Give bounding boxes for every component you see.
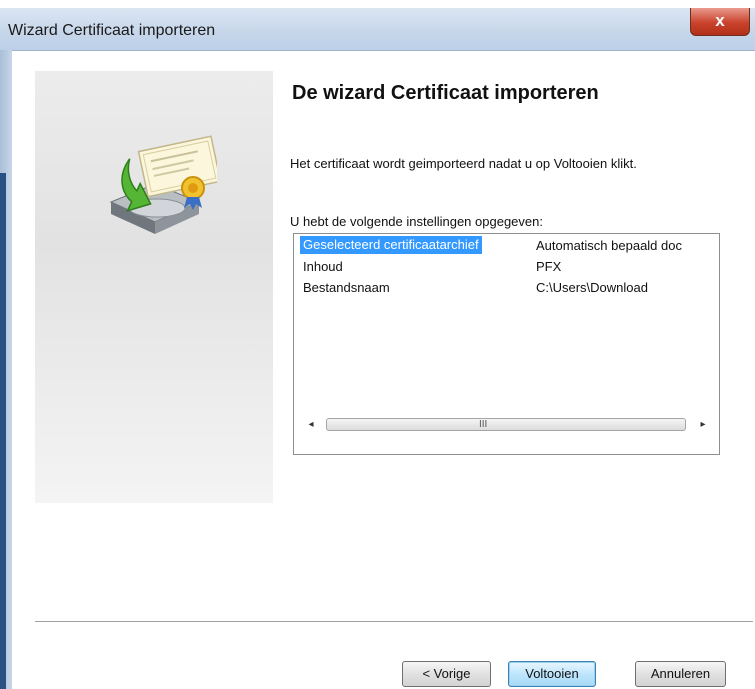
list-item[interactable]: Bestandsnaam C:\Users\Download	[294, 276, 719, 298]
cancel-button[interactable]: Annuleren	[635, 661, 726, 687]
back-button[interactable]: < Vorige	[402, 661, 491, 687]
finish-button[interactable]: Voltooien	[508, 661, 596, 687]
setting-key: Bestandsnaam	[303, 280, 390, 295]
title-bar[interactable]: Wizard Certificaat importeren x	[0, 8, 755, 51]
setting-key: Inhoud	[303, 259, 343, 274]
scrollbar-thumb[interactable]: III	[326, 418, 686, 431]
setting-value: C:\Users\Download	[536, 280, 648, 295]
scroll-left-arrow-icon[interactable]: ◂	[304, 417, 318, 433]
close-button[interactable]: x	[690, 8, 750, 36]
horizontal-scrollbar[interactable]: ◂ III ▸	[300, 414, 713, 436]
scroll-grip-icon: III	[479, 419, 488, 430]
setting-value: Automatisch bepaald doc	[536, 238, 682, 253]
window-title: Wizard Certificaat importeren	[8, 22, 216, 39]
certificate-import-icon	[109, 135, 217, 234]
settings-label: U hebt de volgende instellingen opgegeve…	[290, 214, 543, 229]
close-icon: x	[715, 11, 725, 30]
setting-key: Geselecteerd certificaatarchief	[300, 236, 482, 254]
wizard-side-panel	[35, 71, 273, 503]
divider	[35, 621, 753, 625]
list-item[interactable]: Geselecteerd certificaatarchief Automati…	[294, 234, 719, 256]
settings-listbox[interactable]: Geselecteerd certificaatarchief Automati…	[293, 233, 720, 455]
list-item[interactable]: Inhoud PFX	[294, 255, 719, 277]
scroll-right-arrow-icon[interactable]: ▸	[696, 417, 710, 433]
background-window-edge	[0, 173, 6, 689]
wizard-body: De wizard Certificaat importeren Het cer…	[12, 51, 755, 689]
page-title: De wizard Certificaat importeren	[292, 82, 599, 104]
setting-value: PFX	[536, 259, 562, 274]
description-text: Het certificaat wordt geimporteerd nadat…	[290, 156, 637, 171]
wizard-window: Wizard Certificaat importeren x De wizar…	[0, 8, 755, 689]
